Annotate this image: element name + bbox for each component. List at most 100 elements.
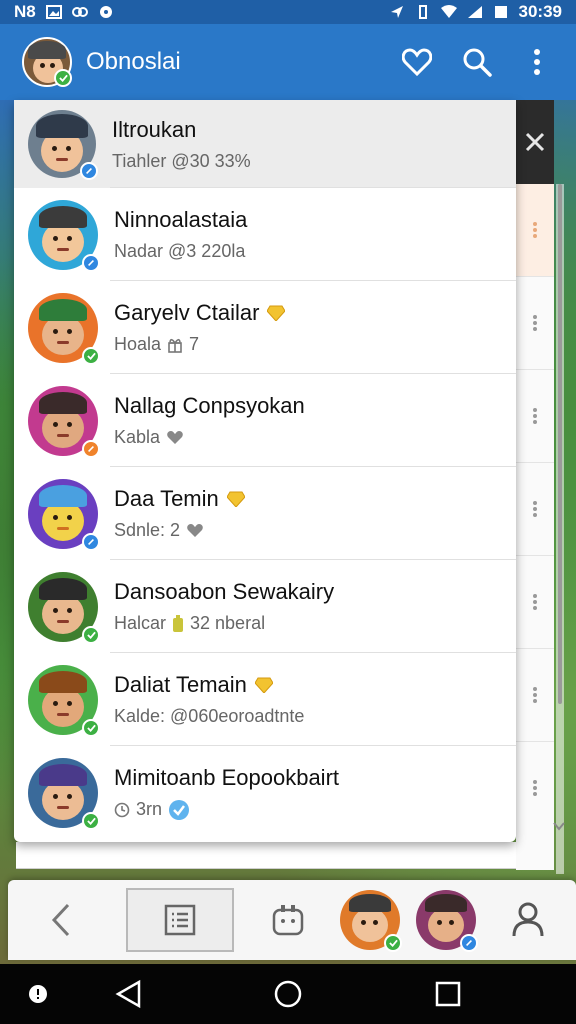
battery-gem-icon bbox=[173, 614, 184, 632]
avatar bbox=[28, 199, 100, 272]
friend-name: Daa Temin bbox=[114, 486, 219, 511]
list-item[interactable]: Daliat Temain Kalde: @060eoroadtnte bbox=[14, 653, 516, 746]
friends-list: Iltroukan Tiahler @30 33% Ninnoalastaia … bbox=[14, 100, 516, 842]
verified-badge-icon bbox=[82, 532, 100, 551]
more-vert-icon bbox=[533, 687, 537, 703]
signal-icon bbox=[467, 6, 482, 18]
gem-icon bbox=[226, 491, 245, 507]
list-item[interactable]: Iltroukan Tiahler @30 33% bbox=[14, 100, 516, 188]
more-vert-icon bbox=[533, 780, 537, 796]
row-menu-button[interactable] bbox=[516, 556, 554, 649]
avatar bbox=[28, 571, 100, 644]
list-tab[interactable] bbox=[126, 888, 234, 952]
list-item[interactable]: Nallag Conpsyokan Kabla bbox=[14, 374, 516, 467]
back-triangle-icon bbox=[115, 979, 141, 1009]
friend-status: Tiahler @30 33% bbox=[112, 150, 251, 171]
close-button[interactable] bbox=[516, 100, 554, 184]
avatar bbox=[340, 890, 402, 952]
scrollbar[interactable] bbox=[556, 184, 564, 874]
search-button[interactable] bbox=[454, 39, 500, 85]
system-back-button[interactable] bbox=[112, 978, 144, 1010]
verified-check-icon bbox=[169, 799, 190, 820]
scrollbar-thumb[interactable] bbox=[558, 184, 562, 704]
gem-icon bbox=[254, 677, 273, 693]
list-item[interactable]: Ninnoalastaia Nadar @3 220la bbox=[14, 188, 516, 281]
more-vert-icon bbox=[533, 594, 537, 610]
location-icon bbox=[390, 6, 403, 18]
system-info-button[interactable] bbox=[22, 978, 54, 1010]
online-badge-icon bbox=[82, 718, 100, 737]
list-item[interactable]: Daa Temin Sdnle: 2 bbox=[14, 467, 516, 560]
friend-name: Dansoabon Sewakairy bbox=[114, 579, 335, 604]
friend-name: Garyelv Ctailar bbox=[114, 300, 260, 325]
online-badge-icon bbox=[82, 811, 100, 830]
profile-tab[interactable] bbox=[500, 888, 556, 952]
more-vert-icon bbox=[533, 222, 537, 238]
row-menu-button[interactable] bbox=[516, 463, 554, 556]
home-circle-icon bbox=[274, 980, 302, 1008]
friend-name: Mimitoanb Eopookbairt bbox=[114, 764, 340, 790]
status-time: 30:39 bbox=[518, 2, 562, 21]
friend-status: Nadar @3 220la bbox=[114, 241, 246, 261]
friend-status: Kalde: @060eoroadtnte bbox=[114, 706, 305, 726]
profile-avatar[interactable] bbox=[22, 37, 72, 87]
notification-dot-icon bbox=[99, 6, 112, 18]
row-actions-strip bbox=[516, 184, 554, 870]
heart-icon bbox=[402, 48, 432, 76]
list-item[interactable]: Mimitoanb Eopookbairt 3rn bbox=[14, 746, 516, 839]
friend-status: Halcar bbox=[114, 613, 167, 633]
avatar bbox=[28, 385, 100, 458]
row-menu-button[interactable] bbox=[516, 370, 554, 463]
friend-status-count: 7 bbox=[189, 334, 200, 354]
avatar bbox=[28, 664, 100, 737]
games-tab[interactable] bbox=[260, 888, 316, 952]
avatar bbox=[28, 478, 100, 551]
avatar bbox=[416, 890, 478, 952]
search-icon bbox=[463, 48, 492, 77]
avatar bbox=[28, 757, 100, 830]
person-icon bbox=[512, 902, 544, 937]
avatar bbox=[28, 292, 100, 365]
list-icon bbox=[164, 904, 196, 936]
heart-gem-icon bbox=[187, 523, 203, 537]
list-item[interactable]: Garyelv Ctailar Hoala 7 bbox=[14, 281, 516, 374]
row-menu-button[interactable] bbox=[516, 742, 554, 834]
gamepad-icon bbox=[272, 905, 304, 936]
app-bar: Obnoslai bbox=[0, 24, 576, 100]
online-badge-icon bbox=[82, 625, 100, 644]
back-button[interactable] bbox=[36, 888, 86, 952]
chevron-down-icon[interactable] bbox=[552, 820, 566, 832]
row-menu-button[interactable] bbox=[516, 184, 554, 277]
system-nav-bar bbox=[0, 964, 576, 1024]
online-badge-icon bbox=[54, 69, 72, 87]
row-menu-button[interactable] bbox=[516, 649, 554, 742]
more-options-button[interactable] bbox=[514, 39, 560, 85]
verified-badge-icon bbox=[80, 162, 98, 180]
friend-status: Sdnle: 2 bbox=[114, 520, 181, 540]
system-home-button[interactable] bbox=[272, 978, 304, 1010]
status-bar: N8 30:39 bbox=[0, 0, 576, 24]
app-title: Obnoslai bbox=[86, 48, 181, 75]
friend-name: Daliat Temain bbox=[114, 672, 247, 697]
avatar bbox=[28, 110, 98, 180]
wifi-icon bbox=[440, 5, 457, 18]
friend-name: Ninnoalastaia bbox=[114, 207, 248, 232]
info-icon bbox=[29, 985, 47, 1003]
heart-gem-icon bbox=[167, 430, 183, 444]
list-item[interactable]: Dansoabon Sewakairy Halcar 32 nberal bbox=[14, 560, 516, 653]
link-icon bbox=[71, 7, 88, 17]
favorite-button[interactable] bbox=[394, 39, 440, 85]
friend-name: Iltroukan bbox=[112, 116, 197, 142]
friend-shortcut[interactable] bbox=[414, 888, 478, 952]
status-left-text: N8 bbox=[14, 2, 36, 21]
friend-status: Hoala bbox=[114, 334, 162, 354]
verified-badge-icon bbox=[460, 934, 478, 952]
friend-shortcut[interactable] bbox=[338, 888, 402, 952]
system-recents-button[interactable] bbox=[432, 978, 464, 1010]
close-icon bbox=[525, 132, 545, 152]
image-icon bbox=[45, 5, 62, 19]
more-vert-icon bbox=[533, 315, 537, 331]
row-menu-button[interactable] bbox=[516, 277, 554, 370]
recents-square-icon bbox=[435, 981, 461, 1007]
verified-badge-icon bbox=[82, 253, 100, 272]
